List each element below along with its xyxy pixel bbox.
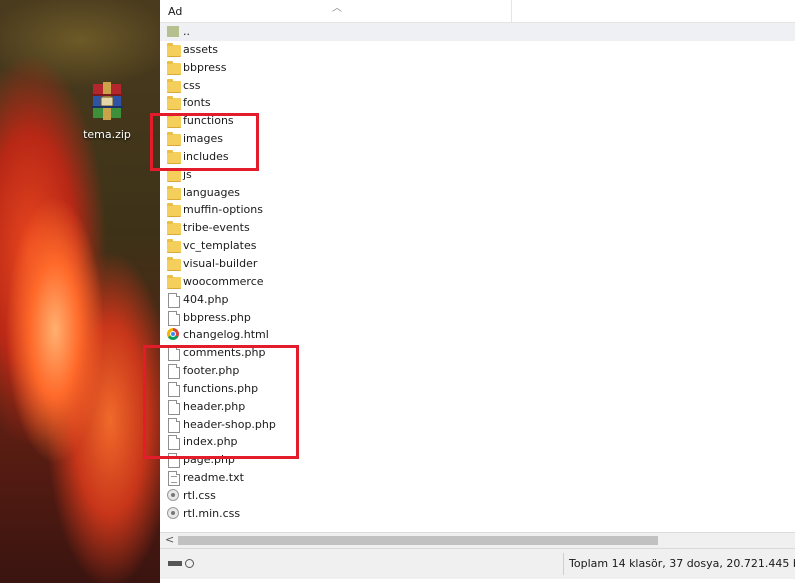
css-file-icon bbox=[167, 506, 181, 520]
file-name: css bbox=[183, 78, 201, 92]
file-name: readme.txt bbox=[183, 471, 244, 485]
file-name: .. bbox=[183, 25, 190, 38]
folder-icon bbox=[167, 78, 181, 93]
scroll-left-icon[interactable]: < bbox=[165, 533, 174, 546]
file-name: bbpress.php bbox=[183, 310, 251, 324]
horizontal-scrollbar[interactable]: < bbox=[160, 532, 795, 548]
list-item[interactable]: readme.txt bbox=[160, 469, 795, 487]
desktop-zip-file[interactable]: tema.zip bbox=[76, 82, 138, 141]
chrome-html-icon bbox=[167, 328, 181, 341]
css-file-icon bbox=[167, 488, 181, 502]
list-item[interactable]: css bbox=[160, 77, 795, 95]
file-name: bbpress bbox=[183, 60, 227, 74]
folder-icon bbox=[167, 256, 181, 271]
list-item[interactable]: tribe-events bbox=[160, 219, 795, 237]
file-name: rtl.min.css bbox=[183, 506, 241, 520]
highlight-box-folders bbox=[150, 113, 259, 171]
folder-icon bbox=[167, 185, 181, 200]
status-summary: Toplam 14 klasör, 37 dosya, 20.721.445 b… bbox=[569, 557, 795, 570]
chevron-up-icon: ︿ bbox=[332, 3, 342, 14]
list-item[interactable]: bbpress.php bbox=[160, 309, 795, 327]
column-header-row: Ad ︿ bbox=[160, 0, 795, 23]
file-list-window: Ad ︿ .. assets bbpress css fonts functions ima… bbox=[143, 0, 795, 583]
status-bar: Toplam 14 klasör, 37 dosya, 20.721.445 b… bbox=[160, 548, 795, 579]
list-item[interactable]: bbpress bbox=[160, 59, 795, 77]
zip-file-label: tema.zip bbox=[83, 128, 131, 141]
file-name: fonts bbox=[183, 96, 211, 110]
drive-icon bbox=[168, 559, 198, 568]
file-name: languages bbox=[183, 185, 240, 199]
list-item[interactable]: vc_templates bbox=[160, 237, 795, 255]
list-item[interactable]: woocommerce bbox=[160, 273, 795, 291]
list-item[interactable]: rtl.css bbox=[160, 487, 795, 505]
folder-icon bbox=[167, 96, 181, 111]
highlight-box-php-files bbox=[143, 345, 299, 459]
folder-icon bbox=[167, 42, 181, 57]
list-item[interactable]: 404.php bbox=[160, 291, 795, 309]
file-icon bbox=[167, 310, 181, 326]
status-divider bbox=[563, 553, 564, 575]
file-name: muffin-options bbox=[183, 203, 263, 217]
file-name: rtl.css bbox=[183, 488, 216, 502]
file-name: vc_templates bbox=[183, 239, 257, 253]
list-item[interactable]: languages bbox=[160, 184, 795, 202]
folder-icon bbox=[167, 60, 181, 75]
file-name: visual-builder bbox=[183, 256, 258, 270]
file-name: 404.php bbox=[183, 292, 229, 306]
column-header-name[interactable]: Ad ︿ bbox=[160, 0, 512, 22]
text-file-icon bbox=[167, 471, 181, 487]
file-name: tribe-events bbox=[183, 221, 250, 235]
list-item[interactable]: visual-builder bbox=[160, 255, 795, 273]
file-name: woocommerce bbox=[183, 274, 264, 288]
folder-icon bbox=[167, 239, 181, 254]
list-item[interactable]: muffin-options bbox=[160, 201, 795, 219]
list-item[interactable]: assets bbox=[160, 41, 795, 59]
parent-folder-icon bbox=[167, 25, 181, 38]
folder-icon bbox=[167, 274, 181, 289]
list-item[interactable]: fonts bbox=[160, 94, 795, 112]
scrollbar-thumb[interactable] bbox=[178, 536, 658, 545]
list-item[interactable]: changelog.html bbox=[160, 326, 795, 344]
winrar-archive-icon bbox=[89, 82, 125, 122]
file-name: changelog.html bbox=[183, 328, 269, 342]
file-name: assets bbox=[183, 42, 219, 56]
list-item[interactable]: .. bbox=[160, 23, 795, 41]
file-icon bbox=[167, 292, 181, 308]
folder-icon bbox=[167, 221, 181, 236]
column-header-label: Ad bbox=[168, 5, 183, 18]
list-item[interactable]: rtl.min.css bbox=[160, 505, 795, 523]
folder-icon bbox=[167, 203, 181, 218]
